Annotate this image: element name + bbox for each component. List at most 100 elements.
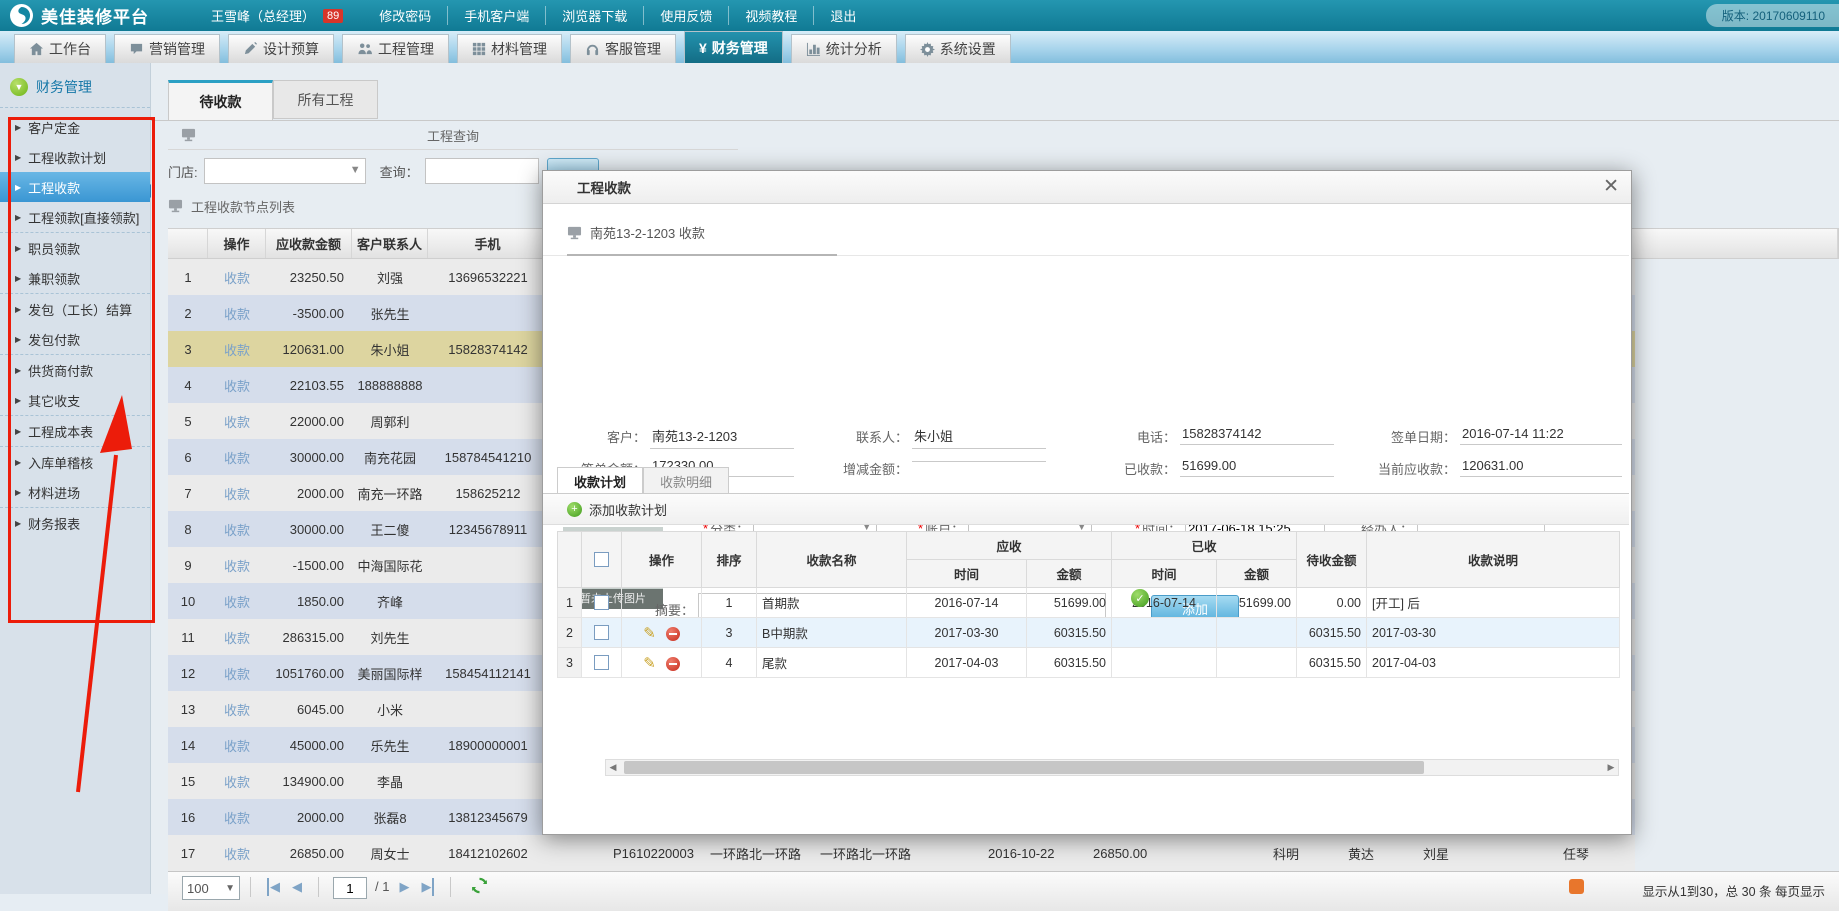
receive-link[interactable]: 收款 [224,628,250,647]
dialog-titlebar[interactable]: 工程收款 ✕ [543,171,1631,204]
scrollbar-thumb[interactable] [624,761,1424,774]
grid-header-cell[interactable]: 客户联系人 [352,229,428,258]
edit-icon[interactable]: ✎ [643,655,656,672]
receive-link[interactable]: 收款 [224,484,250,503]
receive-link[interactable]: 收款 [224,268,250,287]
receive-link[interactable]: 收款 [224,700,250,719]
topbar-menu-item[interactable]: 修改密码 [363,6,447,25]
search-input[interactable] [425,158,539,184]
page-size-select[interactable]: 100▼ [182,876,240,900]
first-page-icon[interactable]: ◀ [267,878,280,896]
topbar-menu-item[interactable]: 使用反馈 [643,6,728,25]
table-row[interactable]: 17收款26850.00周女士18412102602P1610220003一环路… [168,835,1635,871]
close-icon[interactable]: ✕ [1603,175,1619,198]
topbar-menu-item[interactable]: 退出 [813,6,872,25]
sidebar-header[interactable]: ▼ 财务管理 [0,63,150,103]
sidebar-item-1[interactable]: ▶客户定金 [0,112,150,142]
store-select[interactable]: ▼ [204,158,366,184]
grid-header-cell[interactable]: 手机 [428,229,548,258]
tab-all-projects[interactable]: 所有工程 [273,80,378,119]
receive-link[interactable]: 收款 [224,844,250,863]
row-number: 5 [168,403,208,439]
nav-tab-3[interactable]: 设计预算 [228,34,334,63]
plan-row[interactable]: 11首期款2016-07-1451699.002016-07-1451699.0… [558,588,1620,618]
sidebar-item-7[interactable]: ▶发包（工长）结算 [0,294,150,324]
select-all-checkbox[interactable] [594,552,609,567]
row-checkbox[interactable] [594,655,609,670]
receive-link[interactable]: 收款 [224,592,250,611]
receive-link[interactable]: 收款 [224,736,250,755]
nav-tab-1[interactable]: 工作台 [14,34,106,63]
pager-icon[interactable] [1569,879,1584,894]
delete-icon[interactable] [666,627,680,641]
tab-payment-detail[interactable]: 收款明细 [643,467,729,496]
row-number: 11 [168,619,208,655]
receive-link[interactable]: 收款 [224,304,250,323]
grid-header-cell[interactable]: 应收款金额 [266,229,352,258]
tab-payment-plan[interactable]: 收款计划 [557,467,643,496]
nav-tab-5[interactable]: 材料管理 [457,34,562,63]
plan-row[interactable]: 3✎4尾款2017-04-0360315.5060315.502017-04-0… [558,648,1620,678]
receive-link[interactable]: 收款 [224,664,250,683]
nav-tab-8[interactable]: 统计分析 [791,34,897,63]
page-number-input[interactable] [333,877,367,899]
sidebar-item-2[interactable]: ▶工程收款计划 [0,142,150,172]
sidebar-item-label: 发包（工长）结算 [28,300,132,319]
nav-tab-6[interactable]: 客服管理 [570,34,676,63]
edit-icon[interactable]: ✎ [643,625,656,642]
notification-badge[interactable]: 89 [323,9,343,23]
topbar-menu-item[interactable]: 手机客户端 [447,6,545,25]
next-page-icon[interactable]: ▶ [399,878,409,896]
prev-page-icon[interactable]: ◀ [292,878,302,896]
grid-header-cell[interactable]: 操作 [208,229,266,258]
scroll-left-icon[interactable]: ◀ [606,762,620,773]
sidebar-item-5[interactable]: ▶职员领款 [0,233,150,263]
info-label: 签单日期： [1326,427,1456,446]
receive-link[interactable]: 收款 [224,448,250,467]
receive-link[interactable]: 收款 [224,376,250,395]
sidebar-item-6[interactable]: ▶兼职领款 [0,263,150,294]
grid-header-cell[interactable] [168,229,208,258]
last-page-icon[interactable]: ▶ [421,878,434,896]
receive-link[interactable]: 收款 [224,556,250,575]
nav-tab-7[interactable]: ¥财务管理 [684,31,783,63]
row-number: 16 [168,799,208,835]
scroll-right-icon[interactable]: ▶ [1604,762,1618,773]
plan-op-cell [622,588,702,618]
op-cell: 收款 [208,547,266,583]
receive-link[interactable]: 收款 [224,808,250,827]
sidebar-item-14[interactable]: ▶财务报表 [0,508,150,538]
nav-tab-2[interactable]: 营销管理 [114,34,220,63]
contact-cell: 美丽国际样 [352,655,428,691]
topbar-menu-item[interactable]: 视频教程 [728,6,813,25]
delete-icon[interactable] [666,657,680,671]
horizontal-scrollbar[interactable]: ◀ ▶ [605,759,1619,776]
row-checkbox[interactable] [594,595,609,610]
sidebar-item-12[interactable]: ▶入库单稽核 [0,447,150,477]
sidebar-item-4[interactable]: ▶工程领款[直接领款] [0,202,150,233]
plan-row[interactable]: 2✎3B中期款2017-03-3060315.5060315.502017-03… [558,618,1620,648]
refresh-icon[interactable] [471,877,488,894]
row-checkbox[interactable] [594,625,609,640]
nav-tab-4[interactable]: 工程管理 [342,34,449,63]
current-user[interactable]: 王雪峰（总经理） [211,6,315,25]
receive-link[interactable]: 收款 [224,340,250,359]
tab-pending-receivables[interactable]: 待收款 [168,80,273,120]
sidebar-item-9[interactable]: ▶供货商付款 [0,355,150,385]
sidebar-item-3[interactable]: ▶工程收款 [0,172,150,202]
receive-link[interactable]: 收款 [224,412,250,431]
sidebar-item-8[interactable]: ▶发包付款 [0,324,150,355]
note-cell: [开工] 后 [1367,588,1620,618]
sidebar-item-11[interactable]: ▶工程成本表 [0,416,150,447]
add-plan-link[interactable]: 添加收款计划 [589,500,667,519]
amount-cell: 30000.00 [266,511,352,547]
topbar-menu-item[interactable]: 浏览器下载 [545,6,643,25]
op-cell: 收款 [208,439,266,475]
receive-link[interactable]: 收款 [224,520,250,539]
sidebar-item-10[interactable]: ▶其它收支 [0,385,150,416]
nav-tab-9[interactable]: 系统设置 [905,34,1011,63]
receive-link[interactable]: 收款 [224,772,250,791]
sidebar-item-13[interactable]: ▶材料进场 [0,477,150,508]
collapse-icon[interactable]: ▼ [10,78,28,96]
users-icon [357,42,373,56]
